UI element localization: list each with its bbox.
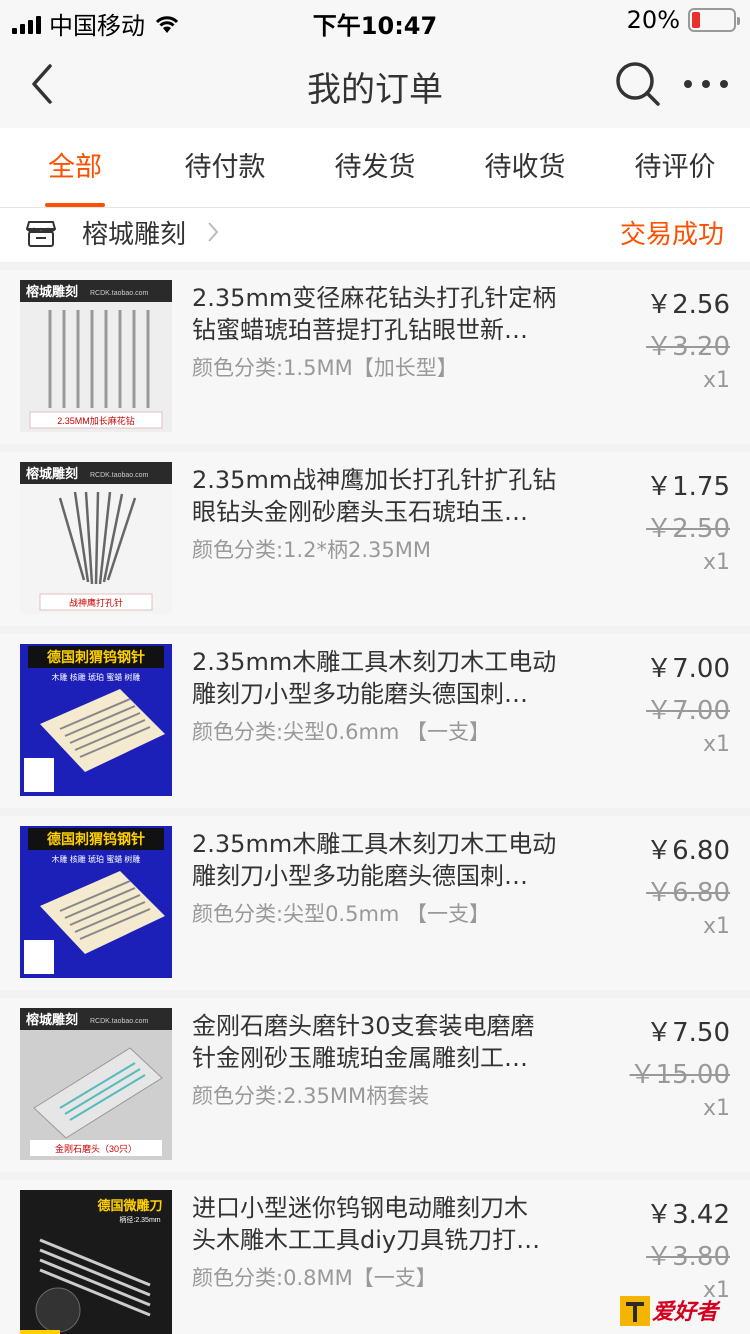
- more-icon[interactable]: [684, 60, 728, 108]
- product-thumbnail[interactable]: 榕城雕刻 RCDK.taobao.com 2.35MM加长麻花钻: [20, 280, 172, 432]
- quantity: x1: [702, 732, 730, 757]
- thumb-site: RCDK.taobao.com: [90, 1018, 149, 1025]
- tab-all[interactable]: 全部: [0, 128, 150, 207]
- shop-name[interactable]: 榕城雕刻: [82, 214, 186, 251]
- order-tabs: 全部 待付款 待发货 待收货 待评价: [0, 128, 750, 208]
- watermark-text: 爱好者: [652, 1300, 719, 1325]
- product-title[interactable]: 2.35mm木雕工具木刻刀木工电动 雕刻刀小型多功能磨头德国刺…: [192, 646, 592, 710]
- quantity: x1: [702, 368, 730, 393]
- shop-header[interactable]: 榕城雕刻 交易成功: [0, 208, 750, 262]
- product-title[interactable]: 2.35mm变径麻花钻头打孔针定柄 钻蜜蜡琥珀菩提打孔钻眼世新…: [192, 282, 592, 346]
- product-title-line: 雕刻刀小型多功能磨头德国刺…: [192, 862, 528, 890]
- product-title-line: 头木雕木工工具diy刀具铣刀打…: [192, 1226, 541, 1254]
- shop-icon: [26, 221, 56, 247]
- product-title-line: 2.35mm木雕工具木刻刀木工电动: [192, 648, 557, 676]
- product-sku: 颜色分类:1.2*柄2.35MM: [192, 538, 431, 562]
- product-thumbnail[interactable]: 榕城雕刻 RCDK.taobao.com 战神鹰打孔针: [20, 462, 172, 614]
- product-title[interactable]: 2.35mm木雕工具木刻刀木工电动 雕刻刀小型多功能磨头德国刺…: [192, 828, 592, 892]
- product-title-line: 雕刻刀小型多功能磨头德国刺…: [192, 680, 528, 708]
- chevron-right-icon: [208, 222, 219, 242]
- product-title-line: 钻蜜蜡琥珀菩提打孔钻眼世新…: [192, 316, 528, 344]
- order-status: 交易成功: [619, 220, 724, 250]
- thumb-subtitle: 柄径:2.35mm: [119, 1215, 160, 1224]
- search-icon[interactable]: [614, 60, 662, 108]
- battery-percent: 20%: [626, 6, 680, 34]
- thumb-brand: 榕城雕刻: [26, 466, 78, 481]
- battery-level: [692, 12, 700, 28]
- product-title[interactable]: 2.35mm战神鹰加长打孔针扩孔钻 眼钻头金刚砂磨头玉石琥珀玉…: [192, 464, 592, 528]
- product-title-line: 金刚石磨头磨针30支套装电磨磨: [192, 1012, 535, 1040]
- thumb-brand: 德国刺猬钨钢针: [47, 649, 145, 665]
- product-thumbnail[interactable]: 德国刺猬钨钢针 木雕 核雕 琥珀 蜜蜡 树雕: [20, 644, 172, 796]
- product-sku: 颜色分类:0.8MM【一支】: [192, 1266, 437, 1290]
- product-price: ￥3.42: [646, 1200, 730, 1230]
- original-price: ￥6.80: [646, 878, 730, 908]
- product-sku: 颜色分类:1.5MM【加长型】: [192, 356, 458, 380]
- thumb-caption: 2.35MM加长麻花钻: [57, 415, 135, 426]
- tab-pending-shipment[interactable]: 待发货: [300, 128, 450, 207]
- order-item[interactable]: 榕城雕刻 RCDK.taobao.com 战神鹰打孔针 2.35mm战神鹰加长打…: [0, 452, 750, 626]
- original-price: ￥3.20: [646, 332, 730, 362]
- status-bar: 中国移动 下午10:47 20%: [0, 0, 750, 40]
- order-item[interactable]: 榕城雕刻 RCDK.taobao.com 金刚石磨头（30只） 金刚石磨头磨针3…: [0, 998, 750, 1172]
- original-price: ￥2.50: [646, 514, 730, 544]
- product-sku: 颜色分类:尖型0.6mm 【一支】: [192, 720, 491, 744]
- product-thumbnail[interactable]: 德国刺猬钨钢针 木雕 核雕 琥珀 蜜蜡 树雕: [20, 826, 172, 978]
- thumb-subtitle: 木雕 核雕 琥珀 蜜蜡 树雕: [52, 672, 141, 682]
- product-sku: 颜色分类:尖型0.5mm 【一支】: [192, 902, 491, 926]
- tab-pending-payment[interactable]: 待付款: [150, 128, 300, 207]
- quantity: x1: [702, 914, 730, 939]
- tab-pending-receipt[interactable]: 待收货: [450, 128, 600, 207]
- nav-bar: 我的订单: [0, 40, 750, 128]
- thumb-brand: 榕城雕刻: [26, 284, 78, 299]
- quantity: x1: [702, 1096, 730, 1121]
- product-thumbnail[interactable]: 德国微雕刀 柄径:2.35mm: [20, 1190, 172, 1334]
- quantity: x1: [702, 550, 730, 575]
- original-price: ￥7.00: [646, 696, 730, 726]
- original-price: ￥3.80: [646, 1242, 730, 1272]
- thumb-caption: 金刚石磨头（30只）: [55, 1143, 137, 1154]
- product-sku: 颜色分类:2.35MM柄套装: [192, 1084, 430, 1108]
- product-title-line: 2.35mm木雕工具木刻刀木工电动: [192, 830, 557, 858]
- thumb-caption: 战神鹰打孔针: [69, 597, 123, 608]
- battery-icon: [688, 8, 740, 32]
- thumb-site: RCDK.taobao.com: [90, 290, 149, 297]
- product-title[interactable]: 进口小型迷你钨钢电动雕刻刀木 头木雕木工工具diy刀具铣刀打…: [192, 1192, 592, 1256]
- tab-pending-review[interactable]: 待评价: [600, 128, 750, 207]
- order-item[interactable]: 德国刺猬钨钢针 木雕 核雕 琥珀 蜜蜡 树雕 2.35mm木雕工具木刻刀木工电动…: [0, 634, 750, 808]
- product-title-line: 2.35mm战神鹰加长打孔针扩孔钻: [192, 466, 557, 494]
- product-price: ￥7.50: [646, 1018, 730, 1048]
- product-price: ￥6.80: [646, 836, 730, 866]
- order-item[interactable]: 榕城雕刻 RCDK.taobao.com 2.35MM加长麻花钻 2.35mm变…: [0, 270, 750, 444]
- thumb-brand: 榕城雕刻: [26, 1012, 78, 1027]
- product-price: ￥2.56: [646, 290, 730, 320]
- product-title-line: 2.35mm变径麻花钻头打孔针定柄: [192, 284, 557, 312]
- thumb-subtitle: 木雕 核雕 琥珀 蜜蜡 树雕: [52, 854, 141, 864]
- original-price: ￥15.00: [629, 1060, 730, 1090]
- product-title-line: 眼钻头金刚砂磨头玉石琥珀玉…: [192, 498, 528, 526]
- product-title-line: 进口小型迷你钨钢电动雕刻刀木: [192, 1194, 528, 1222]
- order-item[interactable]: 德国刺猬钨钢针 木雕 核雕 琥珀 蜜蜡 树雕 2.35mm木雕工具木刻刀木工电动…: [0, 816, 750, 990]
- product-price: ￥1.75: [646, 472, 730, 502]
- thumb-brand: 德国微雕刀: [97, 1198, 162, 1213]
- thumb-site: RCDK.taobao.com: [90, 472, 149, 479]
- watermark: 爱好者: [618, 1290, 744, 1330]
- watermark-logo: [620, 1296, 650, 1326]
- product-title[interactable]: 金刚石磨头磨针30支套装电磨磨 针金刚砂玉雕琥珀金属雕刻工…: [192, 1010, 592, 1074]
- product-thumbnail[interactable]: 榕城雕刻 RCDK.taobao.com 金刚石磨头（30只）: [20, 1008, 172, 1160]
- product-price: ￥7.00: [646, 654, 730, 684]
- thumb-brand: 德国刺猬钨钢针: [47, 831, 145, 847]
- product-title-line: 针金刚砂玉雕琥珀金属雕刻工…: [192, 1044, 528, 1072]
